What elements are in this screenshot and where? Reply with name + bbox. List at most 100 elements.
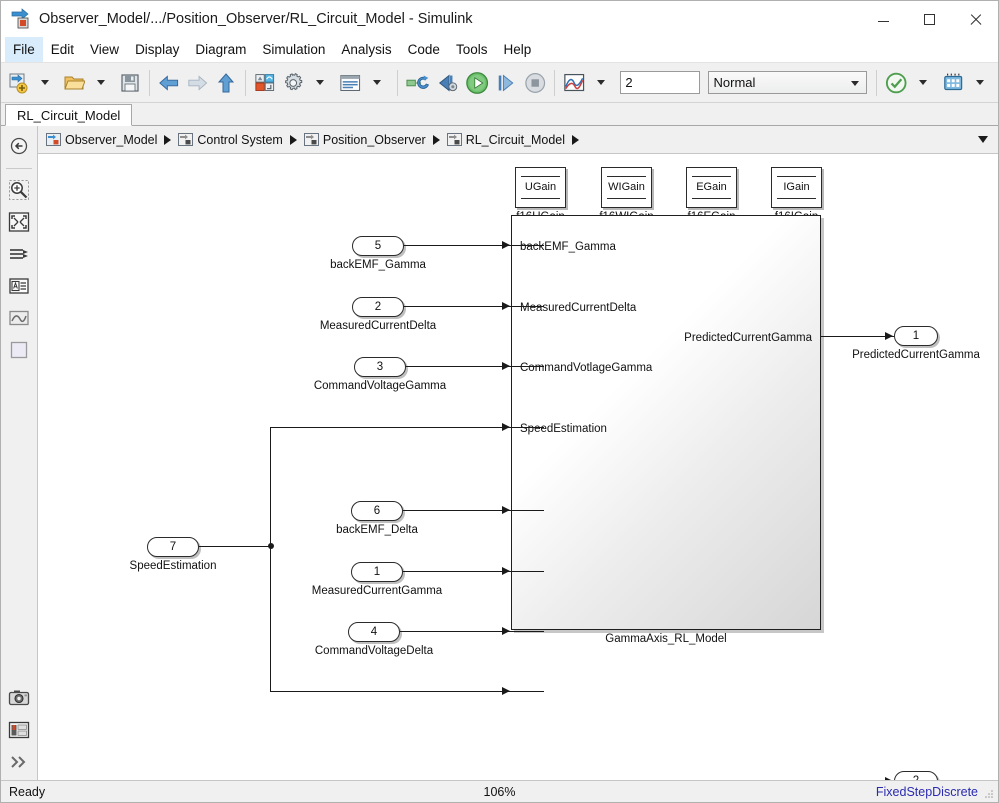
fit-to-view-icon [8, 212, 30, 232]
simulation-mode-select[interactable]: Normal [707, 71, 868, 94]
maximize-button[interactable] [906, 1, 952, 37]
minimize-button[interactable] [860, 1, 906, 37]
menu-edit[interactable]: Edit [43, 37, 82, 62]
update-model-button[interactable] [403, 68, 433, 98]
tab-rl-circuit-model[interactable]: RL_Circuit_Model [5, 104, 133, 126]
data-store-memory-block[interactable]: IGain [771, 167, 822, 208]
model-browser-button[interactable] [5, 716, 33, 744]
zoom-in-button[interactable] [5, 176, 33, 204]
close-button[interactable] [952, 1, 998, 37]
inport-number[interactable]: 3 [354, 357, 406, 377]
model-advisor-dropdown[interactable] [911, 68, 939, 98]
model-advisor-button[interactable] [882, 68, 910, 98]
inport-block-speed-estimation[interactable]: 7 SpeedEstimation [130, 537, 216, 572]
outport-number[interactable]: 2 [894, 771, 938, 780]
menu-file[interactable]: File [5, 37, 43, 62]
save-disk-icon [121, 73, 139, 92]
breadcrumb-item-rl-circuit-model[interactable]: RL_Circuit_Model [446, 132, 566, 147]
model-canvas[interactable]: UGain f16UGain WIGain f16WIGain EGain f1… [38, 154, 998, 780]
toolbar-separator [149, 69, 150, 96]
inport-block-measured-current-gamma[interactable]: 1 MeasuredCurrentGamma [312, 562, 442, 597]
fit-to-view-button[interactable] [5, 208, 33, 236]
model-config-dropdown[interactable] [308, 68, 336, 98]
navigate-back-button[interactable] [5, 132, 33, 160]
subsystem-block-gamma-axis-rl-model[interactable]: backEMF_Gamma MeasuredCurrentDelta Comma… [511, 215, 821, 630]
outport-block-predicted-current-delta[interactable]: 2 PredictedCurrentDelta [894, 771, 938, 780]
inport-number[interactable]: 2 [352, 297, 404, 317]
inport-block-measured-current-delta[interactable]: 2 MeasuredCurrentDelta [320, 297, 436, 332]
inport-block-backemf-delta[interactable]: 6 backEMF_Delta [336, 501, 418, 536]
menu-analysis[interactable]: Analysis [333, 37, 399, 62]
signal-line[interactable] [404, 245, 544, 247]
menu-help[interactable]: Help [495, 37, 539, 62]
block-f16EGain[interactable]: EGain f16EGain [686, 167, 737, 223]
save-model-button[interactable] [116, 68, 144, 98]
model-explorer-button[interactable] [336, 68, 364, 98]
add-annotation-button[interactable] [5, 272, 33, 300]
menu-display[interactable]: Display [127, 37, 187, 62]
outport-block-predicted-current-gamma[interactable]: 1 PredictedCurrentGamma [852, 326, 980, 361]
inport-number[interactable]: 5 [352, 236, 404, 256]
resize-grip-icon[interactable] [983, 788, 995, 800]
outport-number[interactable]: 1 [894, 326, 938, 346]
forward-button[interactable] [183, 68, 211, 98]
data-inspector-dropdown[interactable] [588, 68, 616, 98]
menu-tools[interactable]: Tools [448, 37, 496, 62]
data-inspector-button[interactable] [560, 68, 588, 98]
block-f16UGain[interactable]: UGain f16UGain [515, 167, 566, 223]
signal-line[interactable] [403, 571, 544, 573]
stop-button[interactable] [521, 68, 549, 98]
print-to-figure-button[interactable] [5, 684, 33, 712]
signal-line[interactable] [270, 546, 272, 692]
step-forward-button[interactable] [492, 68, 520, 98]
create-area-button[interactable] [5, 336, 33, 364]
up-to-parent-button[interactable] [212, 68, 240, 98]
breadcrumb-label: RL_Circuit_Model [465, 132, 566, 147]
signal-line[interactable] [406, 366, 544, 368]
block-f16WIGain[interactable]: WIGain f16WIGain [599, 167, 654, 223]
model-config-button[interactable] [279, 68, 307, 98]
data-store-memory-block[interactable]: WIGain [601, 167, 652, 208]
open-model-button[interactable] [60, 68, 88, 98]
menu-view[interactable]: View [82, 37, 127, 62]
solver-text[interactable]: FixedStepDiscrete [876, 785, 978, 799]
build-model-button[interactable] [939, 68, 967, 98]
breadcrumb-item-observer-model[interactable]: Observer_Model [46, 133, 157, 147]
breadcrumb-options-dropdown[interactable] [978, 136, 988, 143]
signal-line[interactable] [404, 306, 544, 308]
signal-line[interactable] [403, 510, 544, 512]
run-button[interactable] [462, 68, 492, 98]
signal-line[interactable] [270, 427, 272, 547]
data-store-memory-block[interactable]: EGain [686, 167, 737, 208]
simulation-stop-time-field[interactable]: 2 [620, 71, 700, 94]
breadcrumb-item-control-system[interactable]: Control System [178, 133, 283, 147]
block-f16IGain[interactable]: IGain f16IGain [771, 167, 822, 223]
new-model-button[interactable] [4, 68, 32, 98]
build-model-dropdown[interactable] [967, 68, 995, 98]
expand-sidebar-button[interactable] [5, 748, 33, 776]
menu-simulation[interactable]: Simulation [254, 37, 333, 62]
inport-block-command-voltage-gamma[interactable]: 3 CommandVoltageGamma [314, 357, 446, 392]
new-model-dropdown[interactable] [32, 68, 60, 98]
inport-number[interactable]: 1 [351, 562, 403, 582]
back-button[interactable] [155, 68, 183, 98]
scope-viewer-button[interactable] [5, 304, 33, 332]
data-store-memory-block[interactable]: UGain [515, 167, 566, 208]
inport-block-command-voltage-delta[interactable]: 4 CommandVoltageDelta [315, 622, 433, 657]
open-model-dropdown[interactable] [88, 68, 116, 98]
signal-line[interactable] [199, 546, 271, 548]
inport-number[interactable]: 7 [147, 537, 199, 557]
menu-code[interactable]: Code [400, 37, 448, 62]
library-browser-button[interactable] [251, 68, 279, 98]
menu-diagram[interactable]: Diagram [187, 37, 254, 62]
signal-line[interactable] [821, 336, 894, 338]
inport-number[interactable]: 4 [348, 622, 400, 642]
inport-block-backemf-gamma[interactable]: 5 backEMF_Gamma [330, 236, 426, 271]
step-back-button[interactable] [433, 68, 461, 98]
model-explorer-dropdown[interactable] [364, 68, 392, 98]
menu-code-label: Code [407, 42, 440, 57]
breadcrumb-item-position-observer[interactable]: Position_Observer [303, 133, 426, 147]
inport-number[interactable]: 6 [351, 501, 403, 521]
signal-line[interactable] [400, 631, 544, 633]
signal-routing-button[interactable] [5, 240, 33, 268]
